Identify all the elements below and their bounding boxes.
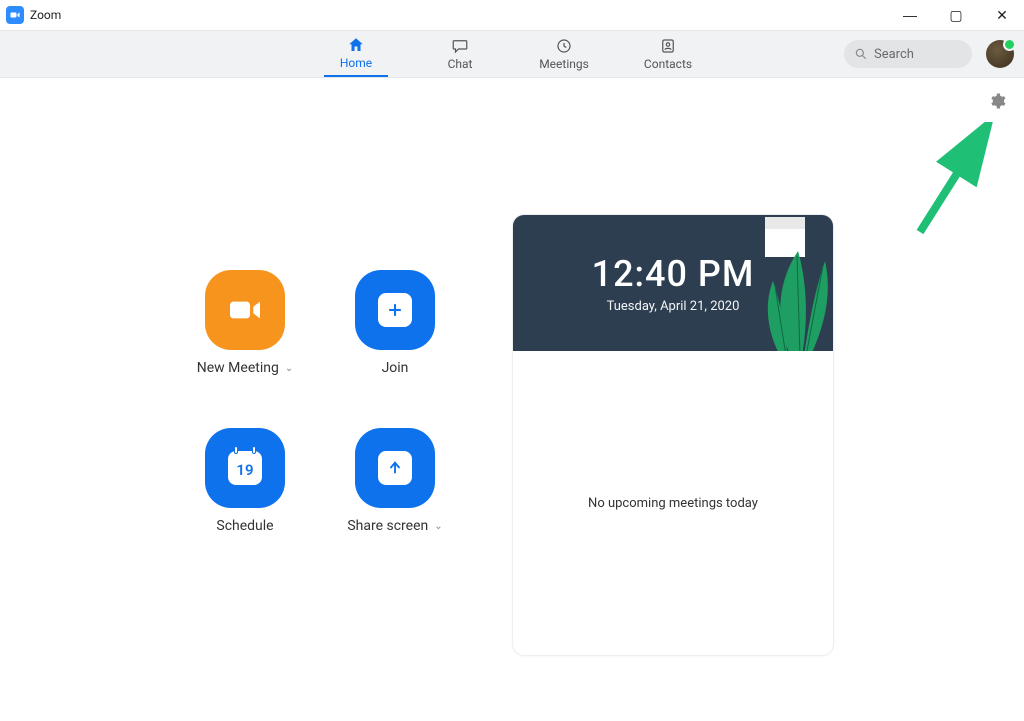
window-controls: — ▢ ✕ [896,7,1016,24]
close-button[interactable]: ✕ [988,7,1016,24]
tab-chat-label: Chat [448,57,473,71]
chat-icon [451,37,469,55]
nav-tabs: Home Chat Meetings Contacts [324,31,700,77]
tab-contacts[interactable]: Contacts [636,31,700,77]
search-icon [854,47,868,61]
titlebar-left: Zoom [6,6,61,24]
clock-time: 12:40 PM [592,253,755,295]
content: New Meeting ⌄ Join 19 [0,78,1024,721]
settings-button[interactable] [988,92,1006,114]
maximize-button[interactable]: ▢ [942,7,970,24]
annotation-arrow [910,122,1000,242]
tab-chat[interactable]: Chat [428,31,492,77]
tab-home[interactable]: Home [324,31,388,77]
share-screen-button[interactable] [355,428,435,508]
toolbar-right: Search [844,40,1014,68]
app-title: Zoom [30,8,61,22]
new-meeting-label: New Meeting [197,360,279,376]
plus-icon [378,293,412,327]
calendar-day: 19 [236,461,253,479]
clock-icon [555,37,573,55]
clock-date: Tuesday, April 21, 2020 [607,299,740,314]
decorative-plant-icon [753,215,833,351]
join-button[interactable] [355,270,435,350]
contacts-icon [659,37,677,55]
join-cell: Join [320,270,470,376]
minimize-button[interactable]: — [896,7,924,23]
tab-meetings-label: Meetings [539,57,589,71]
clock-card: 12:40 PM Tuesday, April 21, 2020 [513,215,833,351]
toolbar: Home Chat Meetings Contacts Search [0,30,1024,78]
share-screen-cell: Share screen ⌄ [320,428,470,534]
calendar-icon: 19 [228,451,262,485]
gear-icon [988,92,1006,110]
home-actions: New Meeting ⌄ Join 19 [170,270,470,534]
new-meeting-button[interactable] [205,270,285,350]
upcoming-empty-text: No upcoming meetings today [588,496,758,511]
avatar[interactable] [986,40,1014,68]
new-meeting-cell: New Meeting ⌄ [170,270,320,376]
zoom-app-icon [6,6,24,24]
upcoming-body: No upcoming meetings today [513,351,833,655]
schedule-cell: 19 Schedule [170,428,320,534]
tab-contacts-label: Contacts [644,57,692,71]
share-screen-label: Share screen [347,518,428,534]
tab-home-label: Home [340,56,372,70]
share-screen-dropdown[interactable]: ⌄ [434,521,442,532]
titlebar: Zoom — ▢ ✕ [0,0,1024,30]
tab-meetings[interactable]: Meetings [532,31,596,77]
schedule-button[interactable]: 19 [205,428,285,508]
new-meeting-dropdown[interactable]: ⌄ [285,363,293,374]
home-icon [347,36,365,54]
video-icon [225,290,265,330]
schedule-label: Schedule [216,518,273,534]
upcoming-panel: 12:40 PM Tuesday, April 21, 2020 No upco… [512,214,834,656]
share-icon [378,451,412,485]
search-input[interactable]: Search [844,40,972,68]
search-placeholder: Search [874,47,914,62]
join-label: Join [382,360,409,376]
